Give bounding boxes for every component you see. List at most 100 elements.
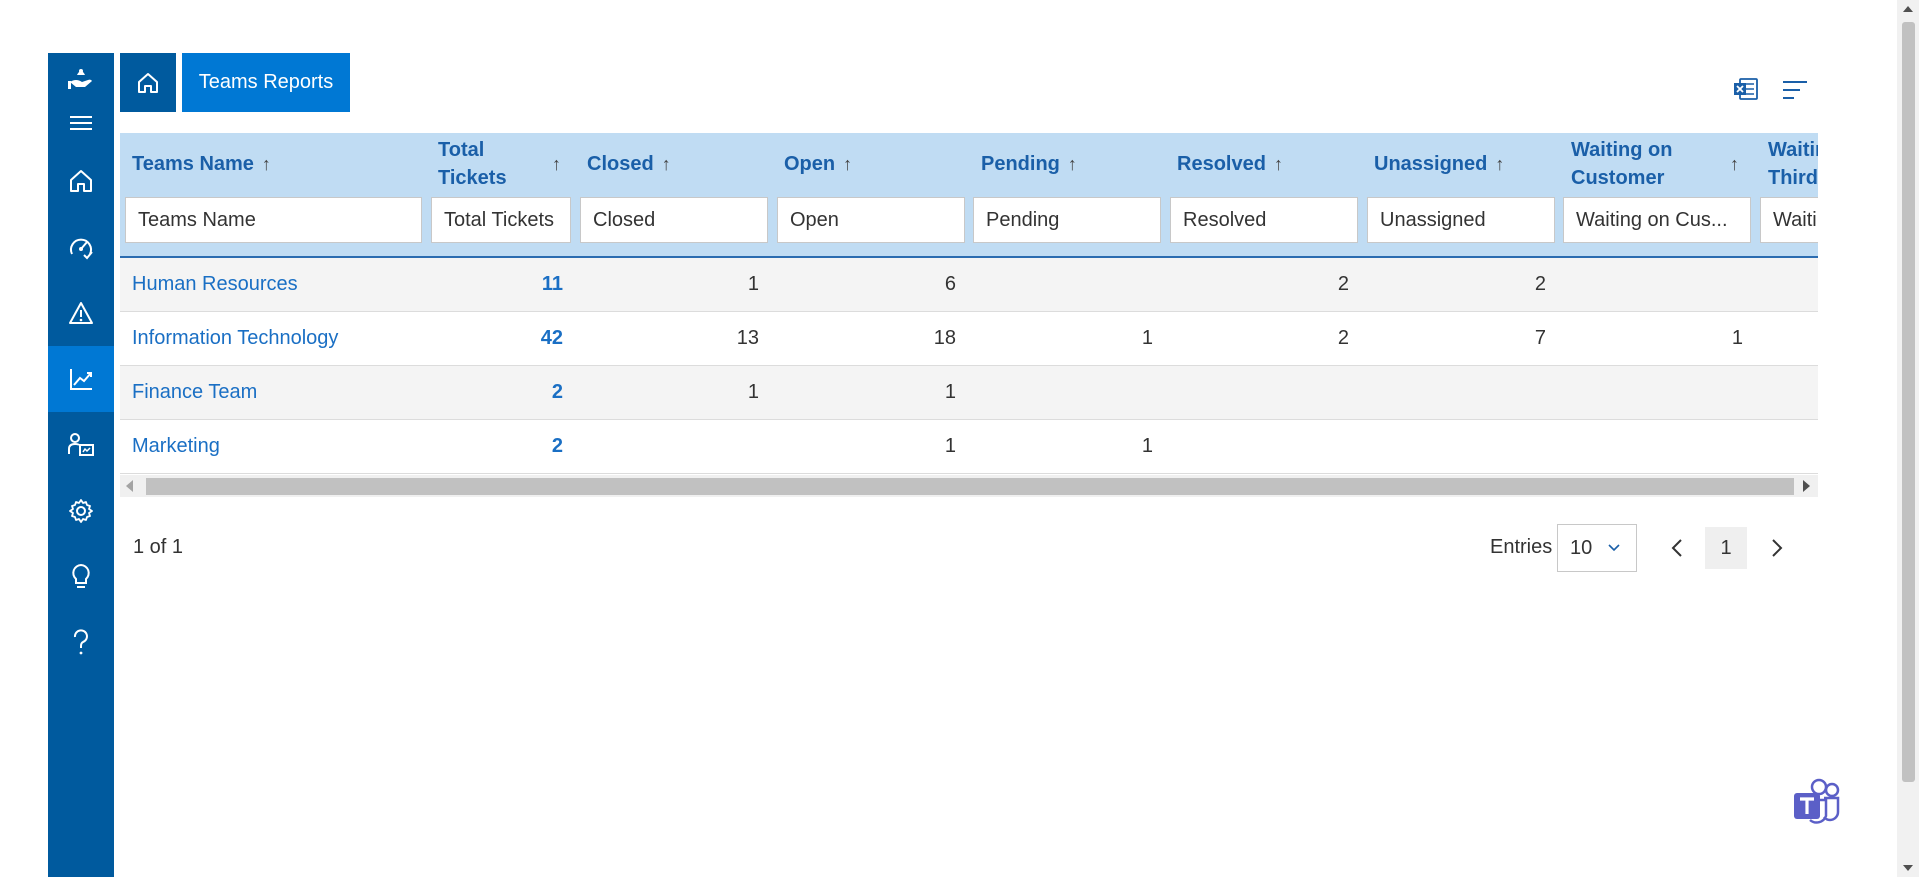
users-icon bbox=[68, 433, 94, 456]
next-page-button[interactable] bbox=[1762, 530, 1792, 566]
question-icon bbox=[73, 629, 88, 655]
sidebar-item-settings[interactable] bbox=[48, 478, 114, 544]
total-tickets-link[interactable]: 11 bbox=[438, 258, 563, 311]
grid-horizontal-scrollbar[interactable] bbox=[120, 475, 1818, 497]
closed-count bbox=[587, 420, 759, 473]
warning-icon bbox=[69, 302, 93, 324]
sidebar-item-home[interactable] bbox=[48, 148, 114, 214]
filter-lines-icon[interactable] bbox=[1780, 76, 1810, 104]
chevron-right-icon bbox=[1772, 539, 1783, 557]
speedometer-icon bbox=[70, 238, 93, 260]
hamburger-icon[interactable] bbox=[48, 108, 114, 138]
filter-input-teams-name[interactable] bbox=[125, 197, 422, 243]
page-vertical-scrollbar[interactable] bbox=[1897, 0, 1919, 877]
column-header-pending[interactable]: Pending ↑ bbox=[981, 133, 1161, 195]
waiting-on-customer-count bbox=[1571, 420, 1743, 473]
sidebar-item-users[interactable] bbox=[48, 412, 114, 478]
pending-count: 1 bbox=[1141, 435, 1153, 457]
breadcrumb-home-button[interactable] bbox=[120, 53, 176, 112]
open-count: 1 bbox=[944, 381, 956, 403]
excel-export-icon[interactable] bbox=[1731, 74, 1761, 104]
unassigned-count bbox=[1374, 366, 1546, 419]
open-count: 1 bbox=[944, 435, 956, 457]
scroll-left-arrow-icon[interactable] bbox=[126, 480, 133, 492]
filter-input-pending[interactable] bbox=[973, 197, 1161, 243]
previous-page-button[interactable] bbox=[1662, 530, 1692, 566]
page-count: 1 of 1 bbox=[133, 536, 184, 558]
sidebar-item-help[interactable] bbox=[48, 610, 114, 676]
scrollbar-thumb[interactable] bbox=[146, 478, 1794, 495]
chevron-left-icon bbox=[1671, 539, 1682, 557]
entries-select[interactable]: 10 bbox=[1557, 524, 1637, 572]
microsoft-teams-icon[interactable] bbox=[1792, 778, 1844, 830]
filter-input-waiting-on-customer[interactable] bbox=[1563, 197, 1751, 243]
filter-input-closed[interactable] bbox=[580, 197, 768, 243]
unassigned-count bbox=[1374, 420, 1546, 473]
filter-input-waiting-on-third[interactable] bbox=[1760, 197, 1818, 243]
sort-arrow-icon: ↑ bbox=[261, 154, 271, 174]
sidebar-item-alerts[interactable] bbox=[48, 280, 114, 346]
resolved-count: 2 bbox=[1337, 273, 1349, 295]
home-icon bbox=[70, 170, 92, 192]
open-count: 18 bbox=[933, 327, 956, 349]
closed-count: 1 bbox=[747, 273, 759, 295]
chevron-down-icon bbox=[1608, 544, 1620, 552]
total-tickets-link[interactable]: 2 bbox=[438, 366, 563, 419]
sort-arrow-icon: ↑ bbox=[1730, 154, 1739, 174]
unassigned-count: 7 bbox=[1534, 327, 1546, 349]
team-name-link[interactable]: Information Technology bbox=[132, 312, 338, 365]
sidebar-item-dashboard[interactable] bbox=[48, 214, 114, 280]
scroll-down-arrow-icon[interactable] bbox=[1903, 865, 1913, 871]
page-number-button[interactable]: 1 bbox=[1705, 527, 1747, 569]
team-name-link[interactable]: Human Resources bbox=[132, 258, 298, 311]
sort-arrow-icon: ↑ bbox=[1495, 154, 1505, 174]
entries-label: Entries bbox=[1490, 536, 1553, 558]
page-title: Teams Reports bbox=[182, 53, 350, 112]
waiting-on-customer-count bbox=[1571, 258, 1743, 311]
sidebar bbox=[48, 53, 114, 877]
waiting-on-customer-count bbox=[1571, 366, 1743, 419]
lightbulb-icon bbox=[72, 563, 90, 588]
team-name-link[interactable]: Finance Team bbox=[132, 366, 257, 419]
closed-count: 13 bbox=[736, 327, 759, 349]
filter-input-open[interactable] bbox=[777, 197, 965, 243]
resolved-count bbox=[1177, 366, 1349, 419]
filter-input-total-tickets[interactable] bbox=[431, 197, 571, 243]
column-header-closed[interactable]: Closed ↑ bbox=[587, 133, 767, 195]
total-tickets-link[interactable]: 2 bbox=[438, 420, 563, 473]
team-name-link[interactable]: Marketing bbox=[132, 420, 220, 473]
table-row: Human Resources 11 1 6 2 2 bbox=[120, 258, 1818, 312]
closed-count: 1 bbox=[747, 381, 759, 403]
sort-arrow-icon: ↑ bbox=[1273, 154, 1283, 174]
resolved-count bbox=[1177, 420, 1349, 473]
grid-header: Teams Name ↑ Total Tickets ↑ Closed ↑ Open ↑… bbox=[120, 133, 1818, 258]
entries-value: 10 bbox=[1570, 536, 1593, 559]
column-header-open[interactable]: Open ↑ bbox=[784, 133, 964, 195]
home-icon bbox=[138, 72, 158, 93]
column-header-waiting-on-third[interactable]: Waiting on Third bbox=[1768, 133, 1818, 195]
scroll-right-arrow-icon[interactable] bbox=[1803, 480, 1810, 492]
column-header-resolved[interactable]: Resolved ↑ bbox=[1177, 133, 1357, 195]
sort-arrow-icon: ↑ bbox=[843, 154, 853, 174]
table-row: Information Technology 42 13 18 1 2 7 1 bbox=[120, 312, 1818, 366]
waiting-on-customer-count: 1 bbox=[1731, 327, 1743, 349]
sidebar-item-ideas[interactable] bbox=[48, 544, 114, 610]
column-header-unassigned[interactable]: Unassigned ↑ bbox=[1374, 133, 1554, 195]
hand-bell-icon[interactable] bbox=[48, 63, 114, 95]
teams-report-grid: Teams Name ↑ Total Tickets ↑ Closed ↑ Open ↑… bbox=[120, 133, 1818, 498]
scrollbar-thumb[interactable] bbox=[1902, 22, 1915, 782]
column-header-waiting-on-customer[interactable]: Waiting on Customer ↑ bbox=[1571, 133, 1751, 195]
total-tickets-link[interactable]: 42 bbox=[438, 312, 563, 365]
chart-line-icon bbox=[70, 369, 92, 390]
resolved-count: 2 bbox=[1337, 327, 1349, 349]
column-header-total-tickets[interactable]: Total Tickets ↑ bbox=[438, 133, 573, 195]
gear-icon bbox=[69, 499, 93, 523]
filter-input-resolved[interactable] bbox=[1170, 197, 1358, 243]
sort-arrow-icon: ↑ bbox=[1067, 154, 1077, 174]
scroll-up-arrow-icon[interactable] bbox=[1903, 6, 1913, 12]
column-header-teams-name[interactable]: Teams Name ↑ bbox=[132, 133, 422, 195]
pending-count bbox=[981, 366, 1153, 419]
sidebar-item-reports[interactable] bbox=[48, 346, 114, 412]
sort-arrow-icon: ↑ bbox=[661, 154, 671, 174]
filter-input-unassigned[interactable] bbox=[1367, 197, 1555, 243]
